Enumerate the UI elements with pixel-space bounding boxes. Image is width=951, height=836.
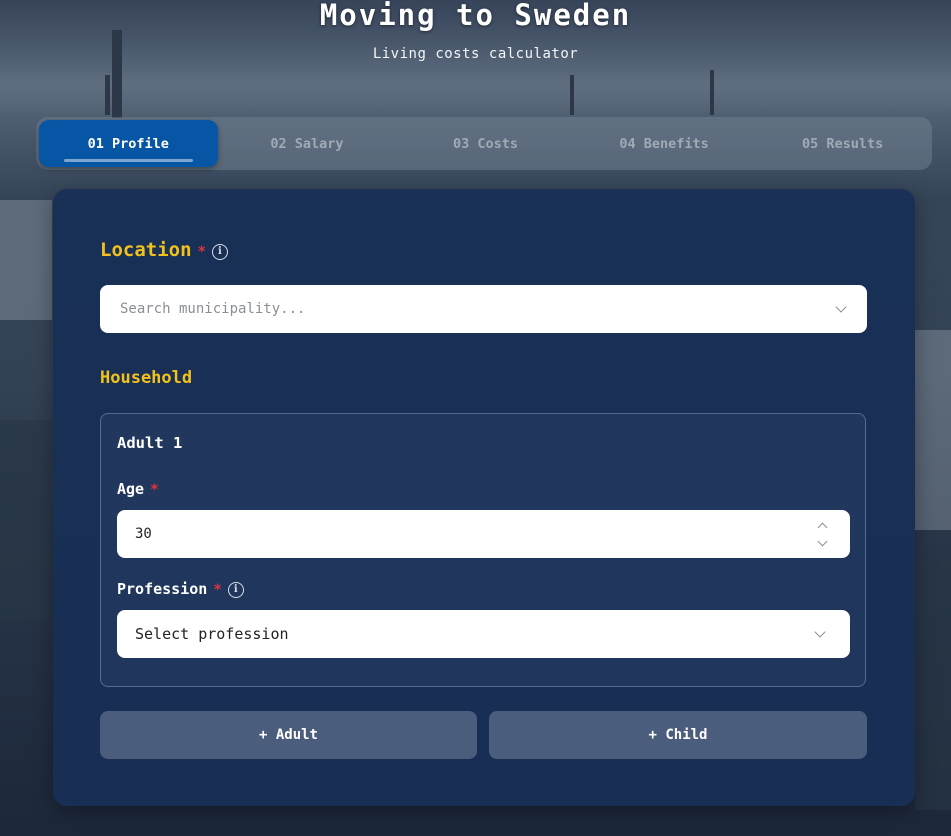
tab-label: 05 Results: [802, 135, 884, 152]
tab-profile[interactable]: 01 Profile: [39, 120, 218, 167]
profile-card: Location * i Household Adult 1 Age * 30 Pro…: [53, 189, 915, 806]
tab-label: 03 Costs: [452, 135, 518, 152]
age-label: Age *: [117, 480, 159, 498]
chevron-down-icon[interactable]: [817, 536, 828, 546]
age-field[interactable]: 30: [117, 510, 850, 558]
info-icon[interactable]: i: [211, 244, 228, 260]
header: Moving to Sweden Living costs calculator: [0, 0, 951, 62]
required-asterisk: *: [197, 244, 206, 260]
required-asterisk: *: [150, 482, 159, 498]
tab-costs[interactable]: 03 Costs: [396, 117, 575, 170]
tab-results[interactable]: 05 Results: [753, 117, 932, 170]
adult-card: Adult 1 Age * 30 Profession * i Select prof…: [100, 413, 866, 687]
app-subtitle: Living costs calculator: [372, 46, 579, 62]
chevron-up-icon[interactable]: [817, 522, 828, 532]
tab-label: 04 Benefits: [619, 135, 709, 152]
age-stepper[interactable]: [817, 522, 828, 546]
location-heading: Location * i: [100, 239, 228, 261]
profession-select-value[interactable]: Select profession: [135, 625, 289, 643]
profession-label-text: Profession: [117, 580, 208, 598]
add-child-button[interactable]: + Child: [489, 711, 867, 759]
required-asterisk: *: [213, 582, 222, 598]
age-value[interactable]: 30: [135, 526, 152, 542]
profession-select[interactable]: Select profession: [117, 610, 850, 658]
step-tabs: 01 Profile 02 Salary 03 Costs 04 Benefit…: [36, 117, 932, 170]
app-title: Moving to Sweden: [319, 0, 632, 32]
tab-label: 01 Profile: [87, 135, 169, 152]
adult-title: Adult 1: [117, 434, 183, 452]
age-label-text: Age: [117, 480, 145, 498]
active-tab-underline: [64, 159, 193, 162]
chevron-down-icon[interactable]: [835, 301, 847, 313]
add-adult-button[interactable]: + Adult: [100, 711, 477, 759]
info-icon[interactable]: i: [227, 582, 244, 598]
municipality-search[interactable]: [100, 285, 867, 333]
tab-label: 02 Salary: [270, 135, 344, 152]
tab-salary[interactable]: 02 Salary: [218, 117, 397, 170]
household-title: Household: [100, 368, 193, 388]
chevron-down-icon[interactable]: [814, 626, 826, 638]
municipality-search-input[interactable]: [118, 300, 837, 318]
tab-benefits[interactable]: 04 Benefits: [575, 117, 754, 170]
location-title: Location: [100, 239, 192, 261]
profession-label: Profession * i: [117, 580, 244, 598]
